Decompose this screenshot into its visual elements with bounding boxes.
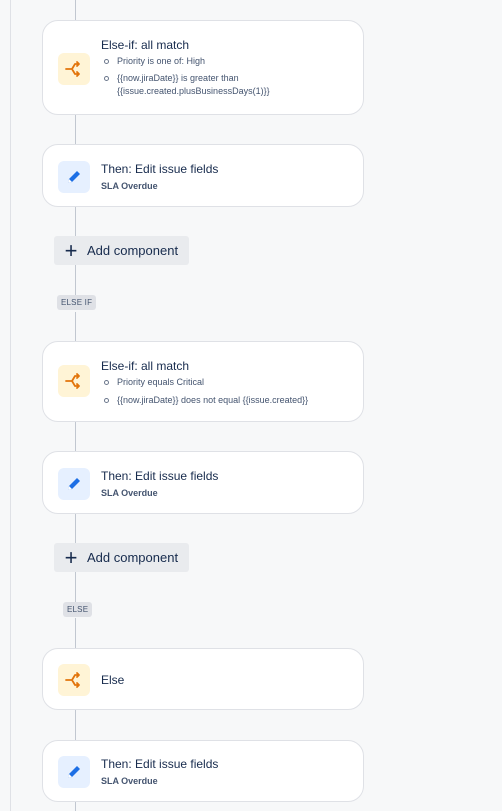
card-title: Else [101,673,125,687]
condition-item: {{now.jiraDate}} does not equal {{issue.… [102,394,308,407]
add-component-button[interactable]: + Add component [54,543,189,572]
card-title: Then: Edit issue fields [101,162,219,176]
branch-lozenge: ELSE [63,602,93,617]
action-card[interactable]: Then: Edit issue fields SLA Overdue [42,144,364,207]
pencil-icon [58,756,90,788]
flow-connector [75,0,76,20]
flow-connector [75,312,76,341]
add-component-label: Add component [87,550,179,565]
condition-list: Priority is one of: High {{now.jiraDate}… [102,55,270,98]
action-card[interactable]: Then: Edit issue fields SLA Overdue [42,451,364,514]
card-title: Then: Edit issue fields [101,469,219,483]
plus-icon: + [64,237,78,263]
flow-connector [75,265,76,295]
condition-item: {{now.jiraDate}} is greater than [102,72,270,85]
card-subtitle: SLA Overdue [101,488,158,498]
add-component-button[interactable]: + Add component [54,236,189,265]
condition-card[interactable]: Else-if: all match Priority equals Criti… [42,341,364,422]
flow-connector [75,422,76,451]
branch-icon [58,53,90,85]
flow-connector [75,618,76,648]
add-component-label: Add component [87,243,179,258]
pencil-icon [58,468,90,500]
card-subtitle: SLA Overdue [101,181,158,191]
branch-lozenge: ELSE IF [57,295,97,310]
condition-card[interactable]: Else [42,648,364,710]
card-title: Else-if: all match [101,359,190,373]
flow-connector [75,115,76,144]
branch-icon [58,664,90,696]
flow-connector [75,514,76,543]
branch-icon [58,365,90,397]
flow-connector [75,802,76,811]
flow-connector [75,572,76,602]
condition-card[interactable]: Else-if: all match Priority is one of: H… [42,20,364,115]
condition-item: Priority equals Critical [102,376,308,389]
condition-item: Priority is one of: High [102,55,270,68]
panel-left-border [10,0,11,811]
condition-item-continued: {{issue.created.plusBusinessDays(1)}} [117,86,270,96]
flow-connector [75,207,76,237]
flow-connector [75,710,76,740]
plus-icon: + [64,544,78,570]
card-subtitle: SLA Overdue [101,776,158,786]
card-title: Else-if: all match [101,38,190,52]
pencil-icon [58,161,90,193]
card-title: Then: Edit issue fields [101,757,219,771]
condition-list: Priority equals Critical {{now.jiraDate}… [102,376,308,407]
action-card[interactable]: Then: Edit issue fields SLA Overdue [42,740,364,802]
